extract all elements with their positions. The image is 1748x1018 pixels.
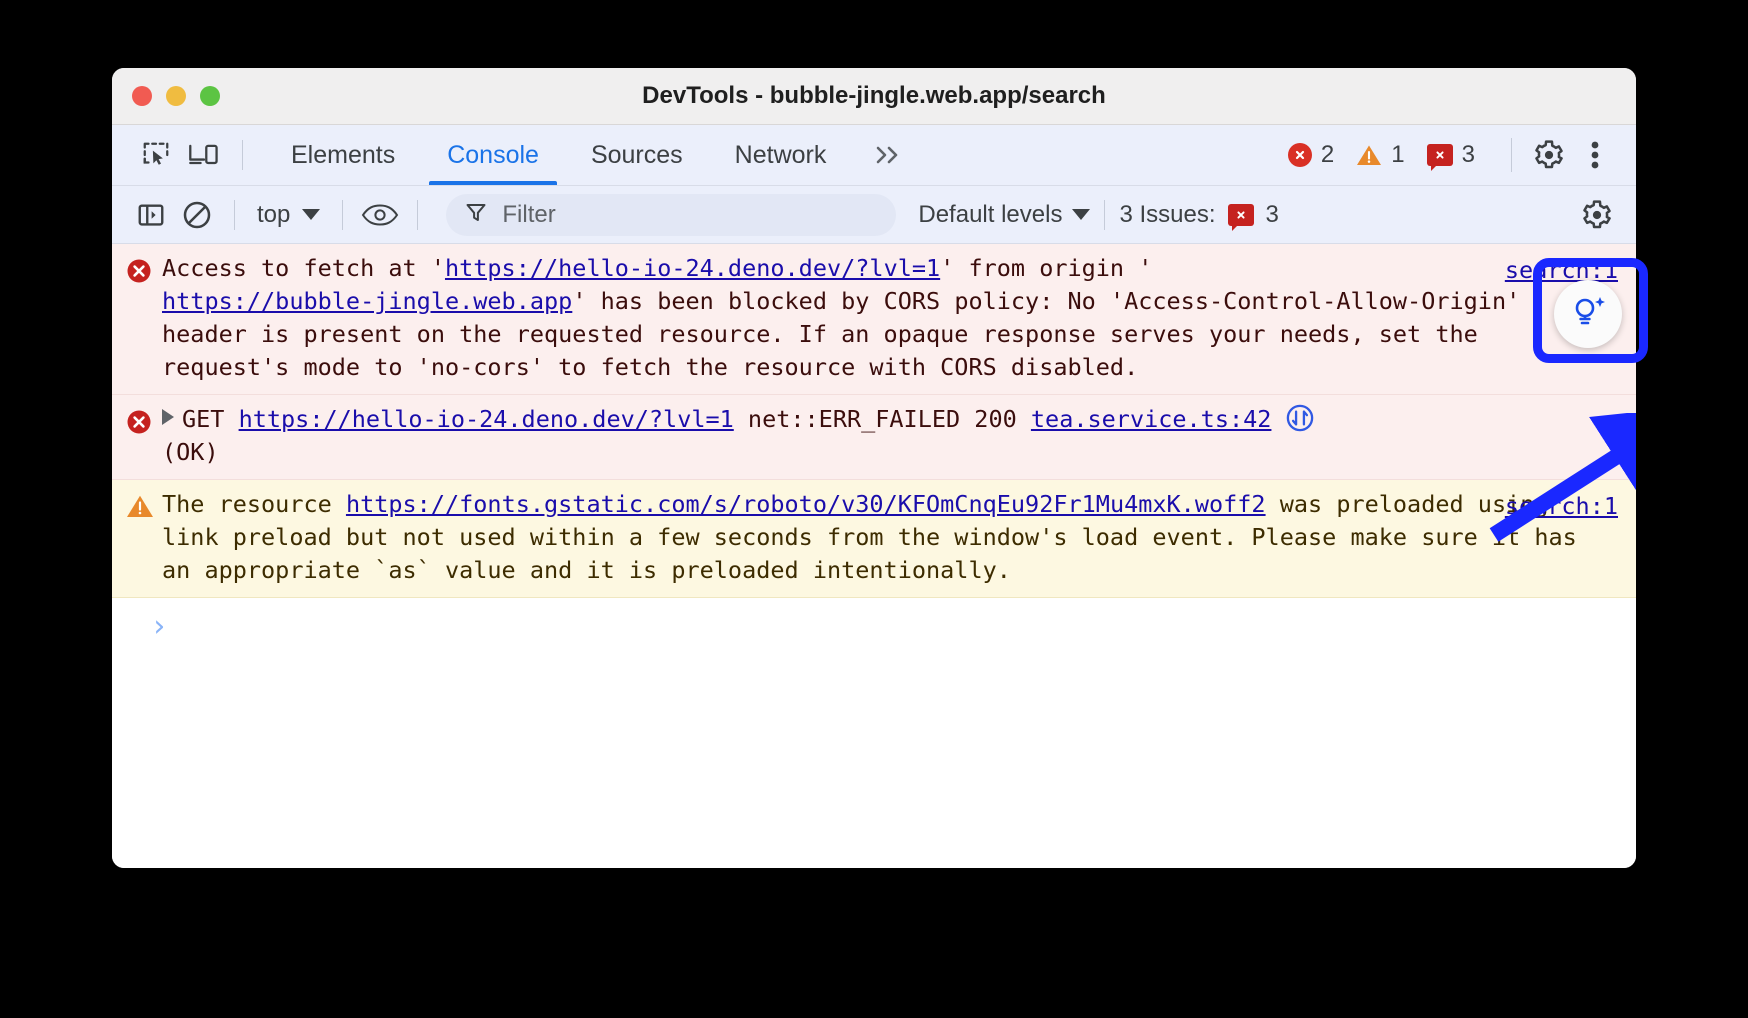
- tabbar-divider: [242, 140, 243, 170]
- warning-triangle-icon: [1356, 144, 1382, 167]
- message-segment: ' from origin ': [940, 254, 1152, 282]
- console-sidebar-icon[interactable]: [128, 192, 174, 238]
- close-window-button[interactable]: [132, 86, 152, 106]
- message-link-url[interactable]: https://hello-io-24.deno.dev/?lvl=1: [239, 405, 734, 433]
- minimize-window-button[interactable]: [166, 86, 186, 106]
- message-source-link[interactable]: tea.service.ts:42: [1031, 405, 1272, 433]
- chevron-down-icon: [302, 209, 320, 220]
- window-traffic-lights: [132, 86, 220, 106]
- chevron-down-icon: [1072, 209, 1090, 220]
- network-request-icon[interactable]: [1285, 403, 1315, 433]
- console-filter-input[interactable]: [502, 201, 878, 229]
- message-segment: GET: [182, 405, 239, 433]
- window-titlebar: DevTools - bubble-jingle.web.app/search: [112, 68, 1636, 125]
- tab-network-label: Network: [735, 141, 827, 170]
- live-expression-eye-icon[interactable]: [357, 192, 403, 238]
- error-counter[interactable]: 2: [1288, 141, 1334, 169]
- tabbar-right-divider: [1511, 138, 1512, 172]
- console-filter-box[interactable]: [446, 194, 896, 236]
- tabbar-status-area: 2 1: [1288, 125, 1636, 185]
- console-message-text: The resource https://fonts.gstatic.com/s…: [162, 488, 1622, 587]
- issues-summary-button[interactable]: 3 Issues: 3: [1119, 201, 1278, 229]
- zoom-window-button[interactable]: [200, 86, 220, 106]
- lightbulb-sparkle-icon: [1567, 291, 1609, 338]
- issue-speech-bubble-icon: [1228, 204, 1254, 226]
- tab-sources-label: Sources: [591, 141, 683, 170]
- screenshot-root: DevTools - bubble-jingle.web.app/search: [0, 0, 1748, 1018]
- console-message-text: Access to fetch at 'https://hello-io-24.…: [162, 252, 1622, 384]
- tab-elements[interactable]: Elements: [265, 125, 421, 185]
- filter-funnel-icon: [464, 200, 488, 229]
- message-link-url[interactable]: https://fonts.gstatic.com/s/roboto/v30/K…: [346, 490, 1266, 518]
- console-toolbar: top Default levels: [112, 186, 1636, 244]
- device-toolbar-icon[interactable]: [180, 131, 228, 179]
- issues-count: 3: [1266, 201, 1279, 229]
- console-settings-gear-icon[interactable]: [1574, 192, 1620, 238]
- tab-network[interactable]: Network: [709, 125, 853, 185]
- console-message-row[interactable]: Access to fetch at 'https://hello-io-24.…: [112, 244, 1636, 395]
- ai-assistant-lightbulb-button[interactable]: [1554, 280, 1622, 348]
- log-level-value: Default levels: [918, 201, 1062, 229]
- message-link-origin[interactable]: https://bubble-jingle.web.app: [162, 287, 572, 315]
- console-message-row[interactable]: GET https://hello-io-24.deno.dev/?lvl=1 …: [112, 395, 1636, 480]
- warning-counter[interactable]: 1: [1356, 141, 1404, 169]
- context-selector-value: top: [257, 201, 290, 229]
- devtools-tabbar: Elements Console Sources Network: [112, 125, 1636, 186]
- error-circle-icon: [126, 403, 162, 469]
- issue-speech-bubble-icon: [1427, 144, 1453, 166]
- error-count: 2: [1321, 141, 1334, 169]
- expand-triangle-icon[interactable]: [162, 409, 174, 425]
- issue-counter[interactable]: 3: [1427, 141, 1475, 169]
- message-segment-trailing: (OK): [162, 438, 219, 466]
- inspect-element-icon[interactable]: [132, 131, 180, 179]
- error-circle-icon: [1288, 143, 1312, 167]
- message-segment: net::ERR_FAILED 200: [734, 405, 1031, 433]
- message-source-link[interactable]: search:1: [1505, 490, 1618, 523]
- console-message-row[interactable]: The resource https://fonts.gstatic.com/s…: [112, 480, 1636, 598]
- panel-tabs: Elements Console Sources Network: [265, 125, 922, 185]
- warning-count: 1: [1391, 141, 1404, 169]
- console-message-text: GET https://hello-io-24.deno.dev/?lvl=1 …: [162, 403, 1622, 469]
- toolbar-divider-2: [342, 200, 343, 230]
- javascript-context-selector[interactable]: top: [249, 201, 328, 229]
- tab-elements-label: Elements: [291, 141, 395, 170]
- message-segment: The resource: [162, 490, 346, 518]
- log-level-selector[interactable]: Default levels: [918, 201, 1090, 229]
- toolbar-divider-3: [417, 200, 418, 230]
- tab-sources[interactable]: Sources: [565, 125, 709, 185]
- error-circle-icon: [126, 252, 162, 384]
- devtools-settings-gear-icon[interactable]: [1526, 132, 1572, 178]
- message-link-url[interactable]: https://hello-io-24.deno.dev/?lvl=1: [445, 254, 940, 282]
- more-tabs-icon[interactable]: [852, 142, 922, 168]
- message-segment: Access to fetch at ': [162, 254, 445, 282]
- issue-count: 3: [1462, 141, 1475, 169]
- issues-label: 3 Issues:: [1119, 201, 1215, 229]
- tab-console-label: Console: [447, 141, 539, 170]
- window-title: DevTools - bubble-jingle.web.app/search: [112, 68, 1636, 124]
- console-prompt[interactable]: ›: [112, 598, 1636, 656]
- tab-console[interactable]: Console: [421, 125, 565, 185]
- warning-triangle-icon: [126, 488, 162, 587]
- console-message-list: Access to fetch at 'https://hello-io-24.…: [112, 244, 1636, 868]
- toolbar-divider-1: [234, 200, 235, 230]
- toolbar-divider-4: [1104, 200, 1105, 230]
- devtools-more-options-kebab-icon[interactable]: [1572, 132, 1618, 178]
- clear-console-icon[interactable]: [174, 192, 220, 238]
- devtools-window: DevTools - bubble-jingle.web.app/search: [112, 68, 1636, 868]
- prompt-chevron-icon: ›: [150, 612, 168, 642]
